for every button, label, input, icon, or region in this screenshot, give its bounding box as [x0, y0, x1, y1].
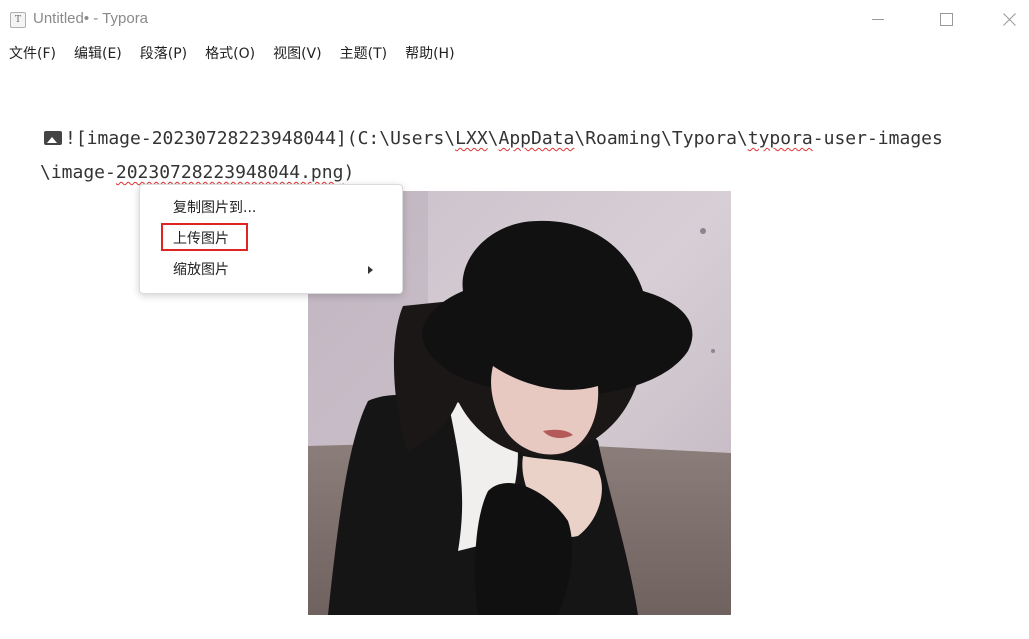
- md-text-user: LXX: [455, 128, 488, 149]
- menu-help[interactable]: 帮助(H): [396, 42, 463, 66]
- maximize-icon[interactable]: [926, 4, 966, 34]
- typora-app-icon: T: [10, 12, 26, 28]
- upload-highlight-box: [161, 223, 248, 251]
- md-text-appdata: AppData: [498, 128, 575, 149]
- md-text-filename: 20230728223948044.png: [115, 162, 344, 183]
- image-icon: [44, 131, 62, 145]
- close-icon[interactable]: [990, 4, 1029, 34]
- minimize-icon[interactable]: [858, 4, 898, 34]
- menu-view[interactable]: 视图(V): [264, 42, 331, 66]
- md-text-prefix2: \image-: [40, 162, 116, 183]
- image-markdown-source-line-1[interactable]: ![image-20230728223948044](C:\Users\LXX\…: [44, 122, 1014, 156]
- md-text-close: ): [343, 162, 355, 183]
- title-bar: T Untitled• - Typora: [0, 0, 1029, 40]
- menu-format[interactable]: 格式(O): [196, 42, 264, 66]
- menu-copy-image-to[interactable]: 复制图片到...: [173, 197, 256, 219]
- submenu-arrow-icon: [368, 266, 373, 274]
- menu-edit[interactable]: 编辑(E): [65, 42, 131, 66]
- md-text-prefix: ![image-20230728223948044](C:\Users\: [65, 128, 456, 149]
- md-text-suffix: -user-images: [812, 128, 943, 149]
- menu-theme[interactable]: 主题(T): [331, 42, 396, 66]
- menu-file[interactable]: 文件(F): [0, 42, 65, 66]
- menu-scale-image-label: 缩放图片: [173, 262, 229, 278]
- window-title: Untitled• - Typora: [33, 10, 149, 27]
- md-text-sep: \: [487, 128, 499, 149]
- md-text-typora: typora: [747, 128, 813, 149]
- menu-bar: 文件(F) 编辑(E) 段落(P) 格式(O) 视图(V) 主题(T) 帮助(H…: [0, 42, 464, 66]
- menu-paragraph[interactable]: 段落(P): [131, 42, 196, 66]
- menu-scale-image[interactable]: 缩放图片: [173, 259, 373, 281]
- md-text-mid: \Roaming\Typora\: [574, 128, 748, 149]
